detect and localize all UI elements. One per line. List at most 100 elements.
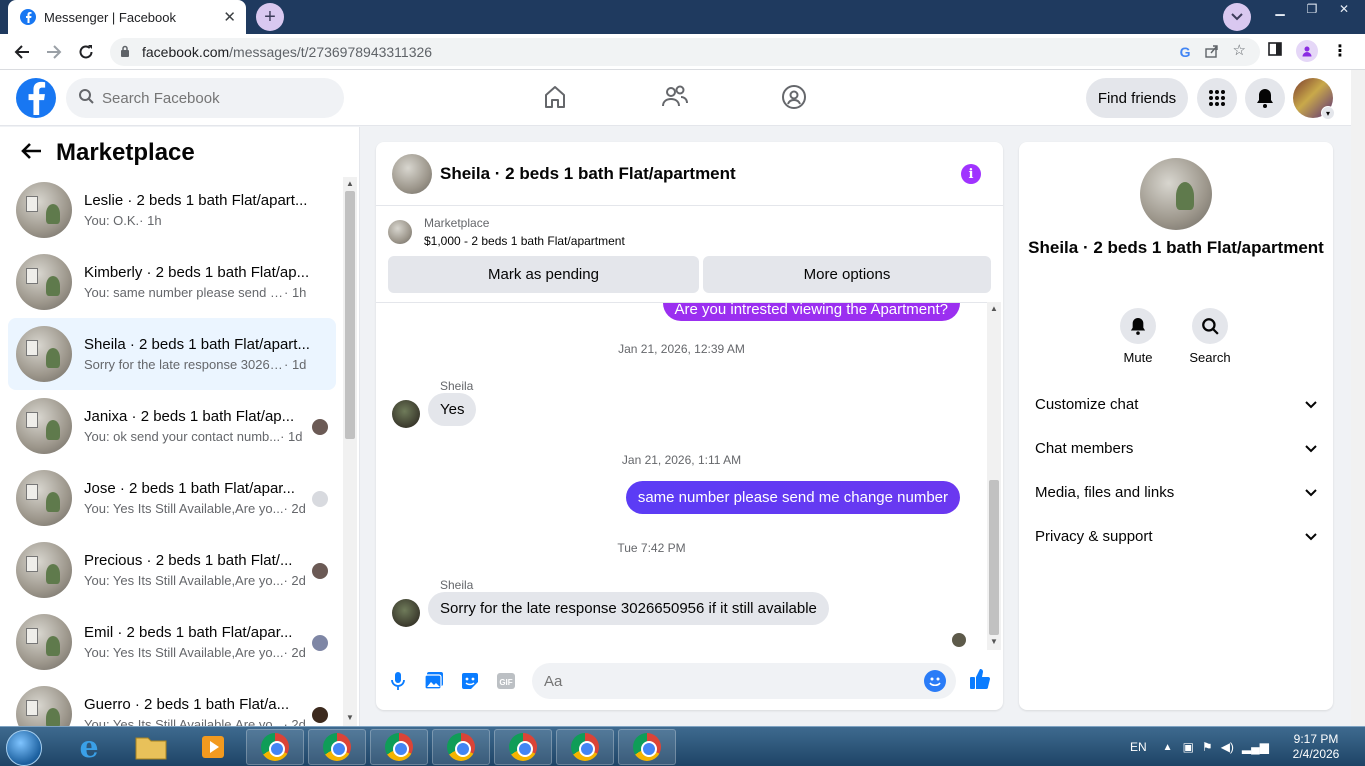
address-bar[interactable]: facebook.com/messages/t/2736978943311326… [110,38,1260,66]
listing-price-title[interactable]: $1,000 - 2 beds 1 bath Flat/apartment [424,234,625,248]
like-thumbs-up-icon[interactable] [969,668,991,690]
message-thread: Are you intrested viewing the Apartment?… [376,302,987,650]
scroll-down-icon[interactable]: ▼ [346,713,354,722]
message-input-box[interactable] [532,663,956,699]
facebook-header: Find friends ▾ [0,70,1351,126]
new-tab-button[interactable]: + [256,3,284,31]
notifications-bell-icon[interactable] [1245,78,1285,118]
chat-window: Sheila · 2 beds 1 bath Flat/apartment i … [376,142,1003,710]
chrome-taskbar-icon[interactable] [432,729,490,765]
photo-icon[interactable] [423,670,445,692]
sticker-icon[interactable] [459,670,481,692]
account-avatar[interactable]: ▾ [1293,78,1335,120]
conversation-list-scrollbar[interactable]: ▲ ▼ [343,177,357,726]
privacy-support-item[interactable]: Privacy & support [1035,518,1317,554]
maximize-icon[interactable]: ❐ [1297,0,1327,18]
listing-thumbnail [388,220,412,244]
sender-avatar[interactable] [392,599,420,627]
media-player-icon[interactable] [184,729,242,765]
system-clock[interactable]: 9:17 PM 2/4/2026 [1288,732,1344,762]
facebook-logo-icon[interactable] [16,78,56,118]
incoming-message: Yes [428,393,477,426]
chrome-taskbar-icon[interactable] [246,729,304,765]
action-center-flag-icon[interactable]: ⚑ [1202,740,1213,754]
scroll-up-icon[interactable]: ▲ [346,179,354,188]
device-icon[interactable]: ▣ [1183,740,1194,754]
find-friends-button[interactable]: Find friends [1086,78,1188,118]
scroll-down-icon[interactable]: ▼ [990,637,998,646]
network-signal-icon[interactable]: ▂▄▆ [1242,740,1269,754]
search-input[interactable] [102,89,322,107]
conversation-item[interactable]: Kimberly · 2 beds 1 bath Flat/ap... You:… [8,246,336,318]
media-files-links-item[interactable]: Media, files and links [1035,474,1317,510]
close-tab-icon[interactable]: ✕ [223,8,236,26]
browser-profile-icon[interactable] [1296,40,1318,62]
chat-avatar[interactable] [392,153,432,194]
conversation-time: · 1h [139,213,162,228]
start-button[interactable] [6,730,42,766]
internet-explorer-icon[interactable]: e [60,729,118,765]
page-scrollbar[interactable] [1351,70,1365,726]
menu-grid-icon[interactable] [1197,78,1237,118]
volume-icon[interactable]: ◀) [1221,740,1234,754]
profile-avatar[interactable] [1140,158,1212,230]
mark-as-pending-button[interactable]: Mark as pending [388,256,699,293]
conversation-item[interactable]: Precious · 2 beds 1 bath Flat/... You: Y… [8,534,336,606]
browser-tab[interactable]: Messenger | Facebook ✕ [8,0,246,34]
back-arrow-icon[interactable] [20,142,42,165]
scroll-up-icon[interactable]: ▲ [990,304,998,313]
chat-title[interactable]: Sheila · 2 beds 1 bath Flat/apartment [440,164,736,184]
conversation-item[interactable]: Leslie · 2 beds 1 bath Flat/apart... You… [8,174,336,246]
browser-menu-icon[interactable]: ⋮ [1332,41,1348,61]
chrome-taskbar-icon[interactable] [370,729,428,765]
search-icon [78,88,94,108]
chrome-taskbar-icon[interactable] [308,729,366,765]
listing-thumbnail [16,398,72,454]
chrome-taskbar-icon[interactable] [494,729,552,765]
file-explorer-icon[interactable] [122,729,180,765]
conversation-name: Precious · 2 beds 1 bath Flat/... [84,552,293,569]
facebook-search[interactable] [66,78,344,118]
conversation-item[interactable]: Emil · 2 beds 1 bath Flat/apar... You: Y… [8,606,336,678]
chrome-taskbar-icon[interactable] [556,729,614,765]
info-icon[interactable]: i [961,164,981,184]
microphone-icon[interactable] [387,670,409,692]
lock-icon[interactable] [120,44,130,60]
conversation-time: · 2d [283,573,306,588]
tab-search-icon[interactable] [1223,3,1251,31]
conversation-item-active[interactable]: Sheila · 2 beds 1 bath Flat/apart... Sor… [8,318,336,390]
language-indicator[interactable]: EN [1130,740,1147,754]
customize-chat-item[interactable]: Customize chat [1035,386,1317,422]
chrome-taskbar-icon[interactable] [618,729,676,765]
google-icon[interactable]: G [1180,44,1191,61]
gif-icon[interactable]: GIF [495,670,517,692]
listing-thumbnail [16,686,72,726]
conversation-item[interactable]: Janixa · 2 beds 1 bath Flat/ap... You: o… [8,390,336,462]
conversation-snippet: You: Yes Its Still Available,Are yo... [84,501,284,516]
conversation-snippet: Sorry for the late response 302665... [84,357,284,372]
message-input[interactable] [544,672,904,690]
close-window-icon[interactable]: ✕ [1329,0,1359,18]
side-panel-icon[interactable] [1268,41,1282,61]
search-in-chat-button[interactable]: Search [1180,308,1240,365]
back-arrow-icon[interactable] [10,40,34,64]
chat-members-item[interactable]: Chat members [1035,430,1317,466]
minimize-icon[interactable]: ▁ [1265,0,1295,18]
conversation-item[interactable]: Jose · 2 beds 1 bath Flat/apar... You: Y… [8,462,336,534]
show-hidden-icons-icon[interactable]: ▲ [1163,742,1173,753]
more-options-button[interactable]: More options [703,256,991,293]
forward-arrow-icon[interactable] [42,40,66,64]
mute-button[interactable]: Mute [1108,308,1168,365]
scrollbar-thumb[interactable] [345,191,355,439]
emoji-icon[interactable] [924,670,946,692]
home-icon[interactable] [540,82,570,112]
friends-icon[interactable] [660,82,690,112]
share-icon[interactable] [1204,44,1219,61]
thread-scrollbar[interactable]: ▲ ▼ [987,302,1001,650]
groups-icon[interactable] [779,82,809,112]
bookmark-star-icon[interactable]: ☆ [1233,43,1246,61]
scrollbar-thumb[interactable] [989,480,999,635]
conversation-item[interactable]: Guerro · 2 beds 1 bath Flat/a... You: Ye… [8,678,336,726]
sender-avatar[interactable] [392,400,420,428]
reload-icon[interactable] [74,40,98,64]
